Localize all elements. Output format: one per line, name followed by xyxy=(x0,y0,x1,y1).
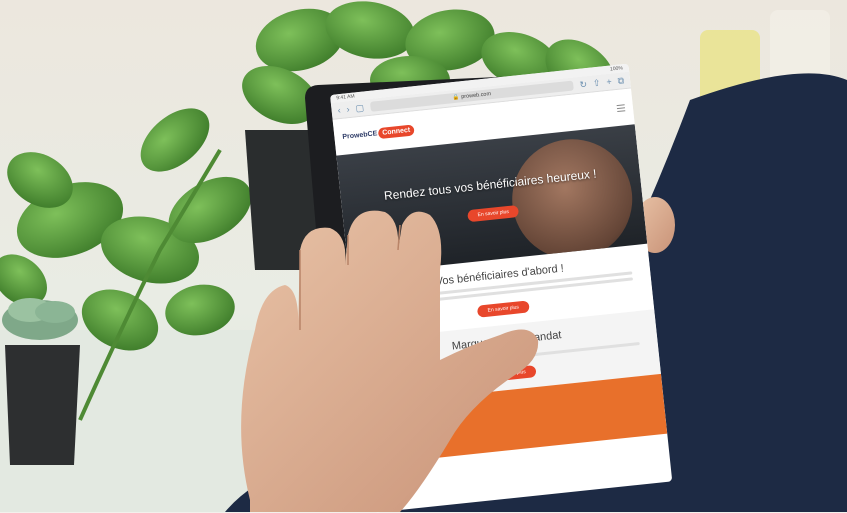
hamburger-menu-icon[interactable] xyxy=(616,103,626,112)
site-logo[interactable]: ProwebCE Connect xyxy=(342,123,415,142)
succulent xyxy=(2,298,80,465)
hero-photo xyxy=(506,133,639,266)
tablet-screen: 9:41 AM 100% ‹ › ▢ 🔒 proweb.com ↻ ⇧ + ⧉ … xyxy=(330,63,673,513)
lock-icon: 🔒 xyxy=(452,94,460,102)
section-cta-button[interactable]: En savoir plus xyxy=(483,365,537,383)
back-icon[interactable]: ‹ xyxy=(337,105,341,115)
forward-icon[interactable]: › xyxy=(346,104,350,114)
photo-scene: 9:41 AM 100% ‹ › ▢ 🔒 proweb.com ↻ ⇧ + ⧉ … xyxy=(0,0,847,513)
reload-icon[interactable]: ↻ xyxy=(579,79,588,90)
tabs-icon[interactable]: ⧉ xyxy=(617,75,624,86)
new-tab-icon[interactable]: + xyxy=(606,76,612,86)
url-text: proweb.com xyxy=(460,91,492,101)
hero-cta-button[interactable]: En savoir plus xyxy=(467,204,520,223)
bookmarks-icon[interactable]: ▢ xyxy=(355,102,365,113)
section-cta-button[interactable]: En savoir plus xyxy=(477,300,530,318)
share-icon[interactable]: ⇧ xyxy=(592,77,601,88)
